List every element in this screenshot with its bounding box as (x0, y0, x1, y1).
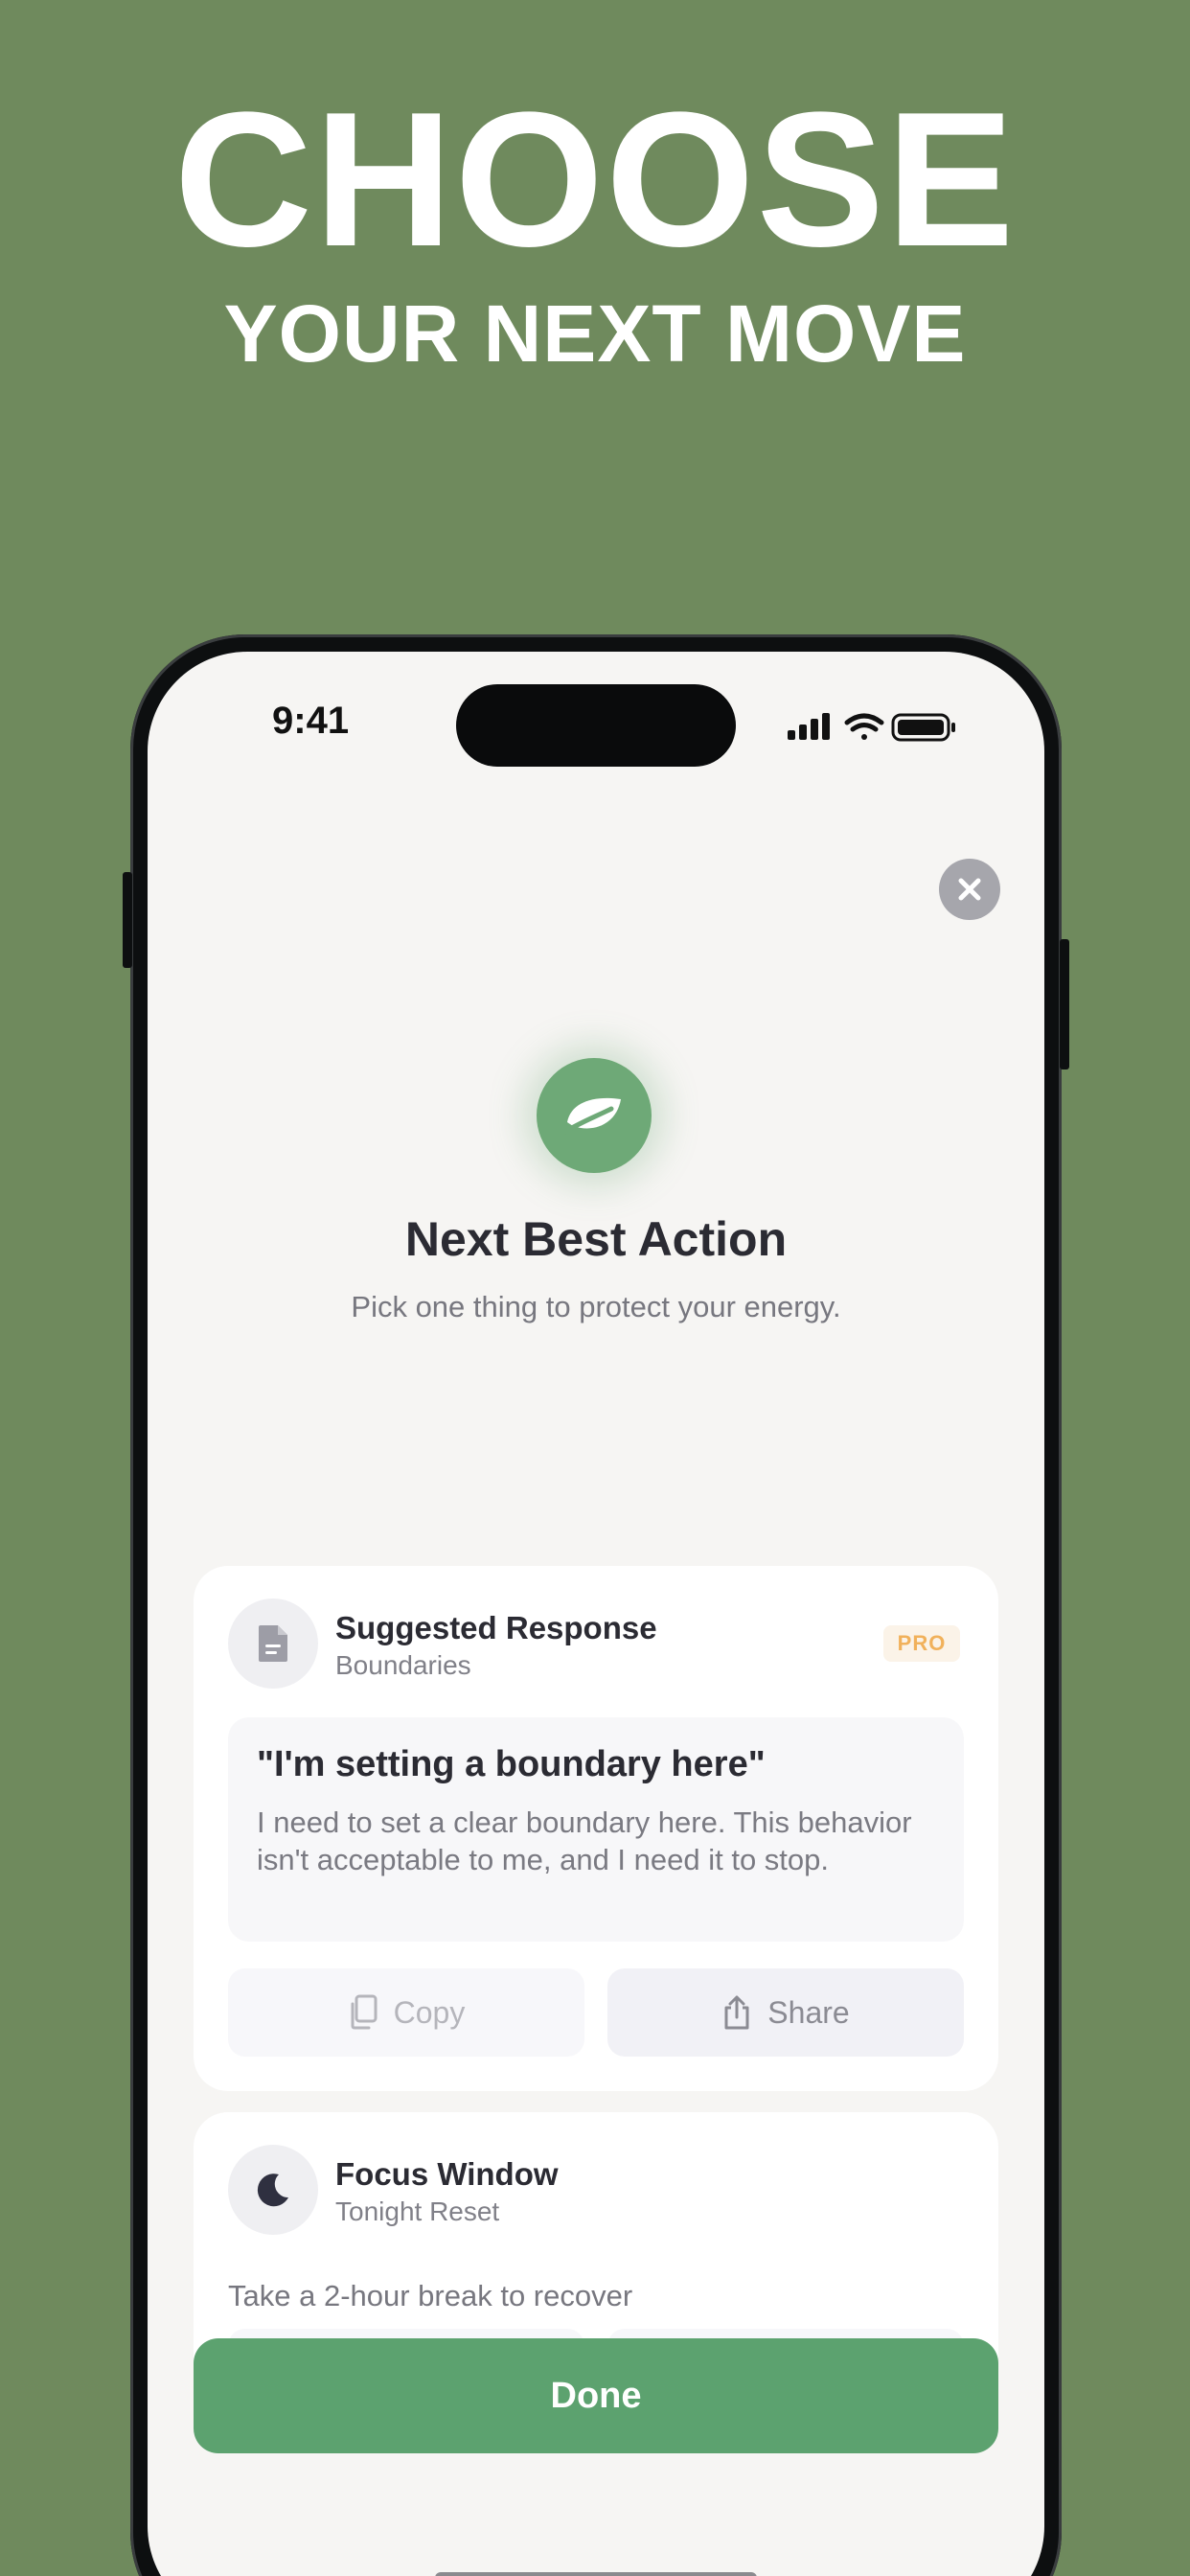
status-time: 9:41 (272, 700, 350, 742)
suggested-response-card: Suggested Response Boundaries PRO "I'm s… (194, 1566, 998, 2091)
close-button[interactable] (939, 859, 1000, 920)
copy-icon (351, 1994, 378, 2030)
close-icon (958, 878, 981, 901)
card-subtitle: Boundaries (335, 1650, 471, 1680)
card-body: Take a 2-hour break to recover (228, 2279, 633, 2312)
moon-icon (257, 2174, 288, 2207)
moon-icon-circle (228, 2145, 318, 2235)
leaf-badge (537, 1058, 652, 1173)
document-icon-circle (228, 1598, 318, 1689)
sheet-title: Next Best Action (404, 1212, 788, 1266)
copy-label: Copy (393, 1994, 466, 2030)
document-icon (259, 1625, 287, 1662)
phone-power-button (1060, 939, 1069, 1070)
battery-icon (891, 713, 955, 742)
share-icon (724, 1995, 749, 2030)
quote-title: "I'm setting a boundary here" (257, 1744, 766, 1784)
phone-screen: 9:41 Next Best Action Pick one thing to … (148, 652, 1044, 2576)
status-icons (788, 713, 955, 742)
sheet-subtitle: Pick one thing to protect your energy. (351, 1290, 841, 1323)
phone-action-button (123, 872, 132, 968)
pro-badge: PRO (883, 1625, 960, 1662)
dynamic-island (456, 684, 736, 767)
home-indicator (435, 2572, 757, 2576)
share-label: Share (767, 1994, 850, 2030)
card-title: Suggested Response (335, 1610, 657, 1645)
promo-headline: CHOOSE (173, 73, 1017, 287)
cellular-signal-icon (788, 713, 830, 740)
leaf-icon (563, 1097, 621, 1135)
share-button[interactable]: Share (607, 1968, 964, 2057)
quote-box: "I'm setting a boundary here" I need to … (228, 1717, 964, 1942)
done-button[interactable]: Done (194, 2338, 998, 2453)
card-title: Focus Window (335, 2156, 559, 2192)
card-subtitle: Tonight Reset (335, 2196, 500, 2226)
promo-subheadline: YOUR NEXT MOVE (223, 288, 967, 379)
quote-body: I need to set a clear boundary here. Thi… (257, 1806, 912, 1876)
wifi-icon (844, 713, 884, 740)
copy-button[interactable]: Copy (228, 1968, 584, 2057)
